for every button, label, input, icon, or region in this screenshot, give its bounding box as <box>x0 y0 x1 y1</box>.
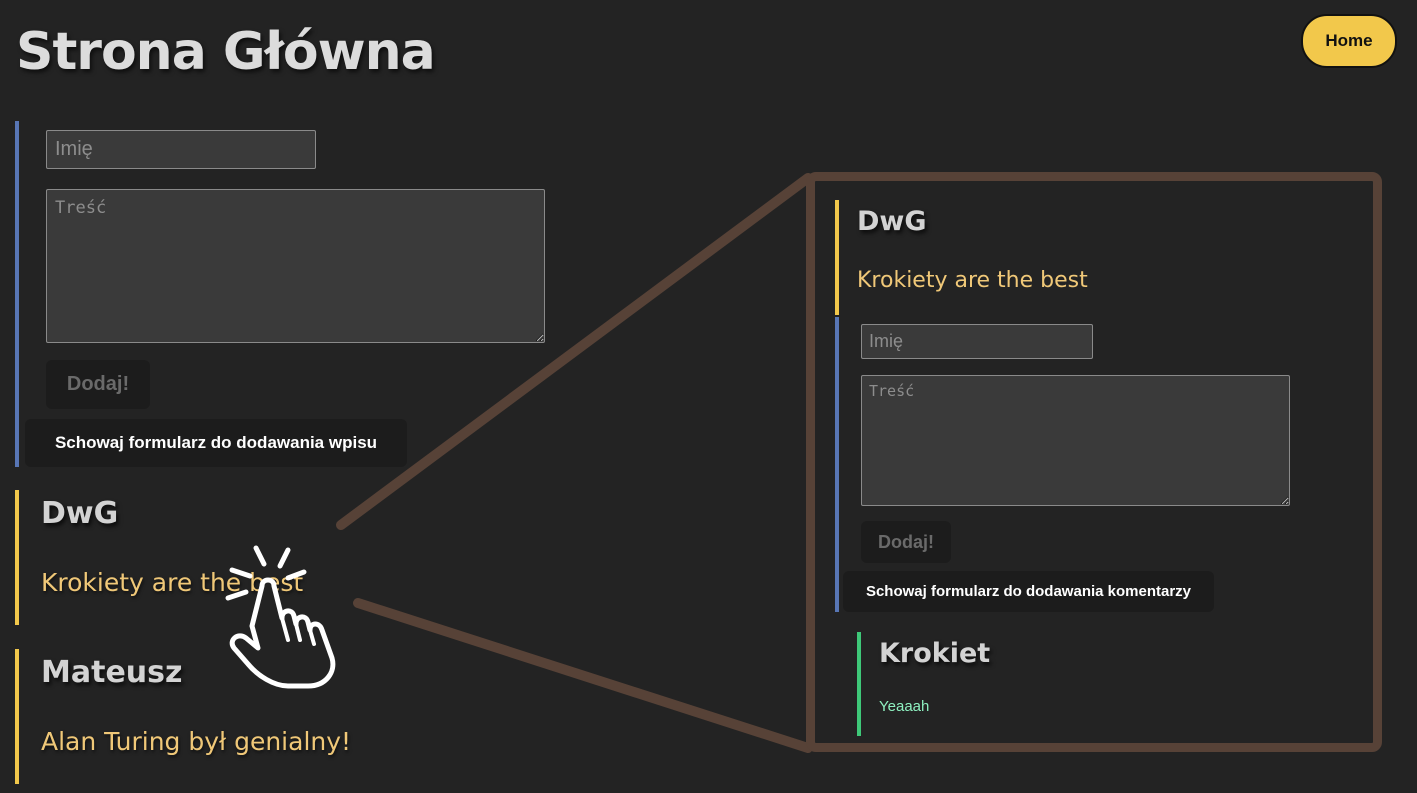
hide-entry-form-button[interactable]: Schowaj formularz do dodawania wpisu <box>25 419 407 467</box>
entry-form: Dodaj! Schowaj formularz do dodawania wp… <box>15 121 559 467</box>
add-entry-button[interactable]: Dodaj! <box>46 360 150 409</box>
post-author: DwG <box>857 206 927 237</box>
post-author: DwG <box>41 496 119 531</box>
page-title: Strona Główna <box>16 22 436 82</box>
entry-content-textarea[interactable] <box>46 189 545 343</box>
add-comment-button[interactable]: Dodaj! <box>861 521 951 563</box>
comment-name-input[interactable] <box>861 324 1093 359</box>
post-author: Mateusz <box>41 655 183 690</box>
home-button[interactable]: Home <box>1301 14 1397 68</box>
post-item[interactable]: Mateusz Alan Turing był genialny! <box>15 649 519 784</box>
comment-item: Krokiet Yeaaah <box>857 632 1161 736</box>
zoomed-post[interactable]: DwG Krokiety are the best <box>835 200 1139 315</box>
post-body: Krokiety are the best <box>41 568 304 597</box>
post-body: Krokiety are the best <box>857 268 1088 293</box>
post-item[interactable]: DwG Krokiety are the best <box>15 490 519 625</box>
comment-author: Krokiet <box>879 638 991 669</box>
comment-body: Yeaaah <box>879 698 930 715</box>
hide-comment-form-button[interactable]: Schowaj formularz do dodawania komentarz… <box>843 571 1214 612</box>
comment-content-textarea[interactable] <box>861 375 1290 506</box>
entry-name-input[interactable] <box>46 130 316 169</box>
zoom-panel: DwG Krokiety are the best Dodaj! Schowaj… <box>806 172 1382 752</box>
comment-form: Dodaj! Schowaj formularz do dodawania ko… <box>835 317 1299 612</box>
post-body: Alan Turing był genialny! <box>41 727 352 756</box>
